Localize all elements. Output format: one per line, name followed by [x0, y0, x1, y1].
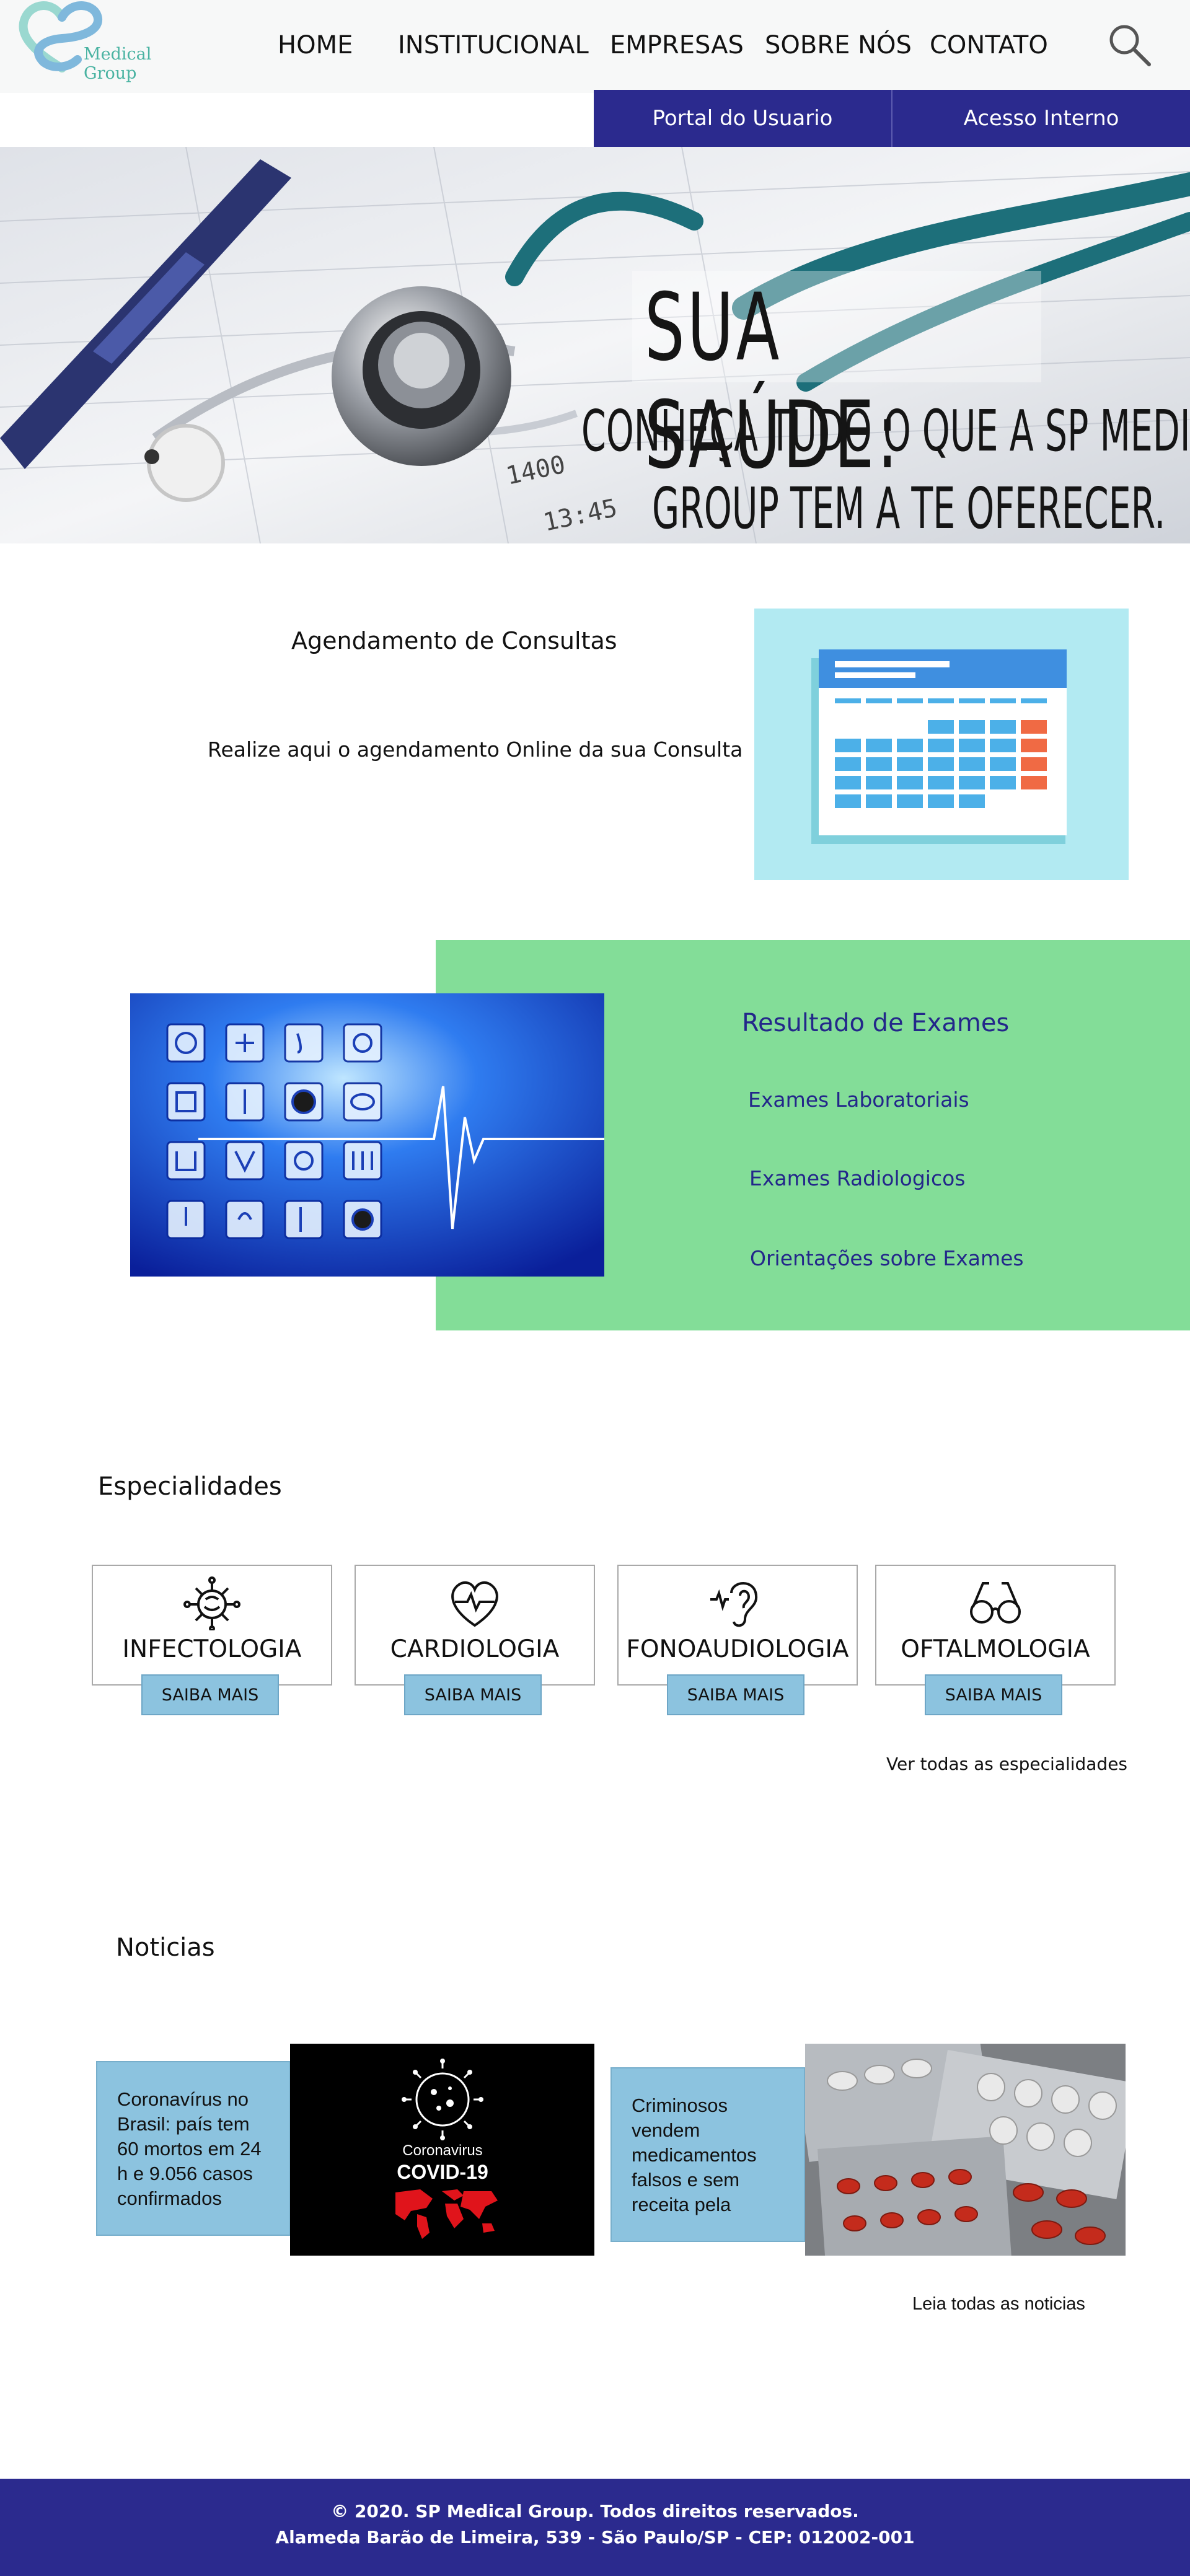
saiba-mais-button[interactable]: SAIBA MAIS — [141, 1674, 279, 1715]
news-card-text[interactable]: Criminosos vendem medicamentos falsos e … — [610, 2067, 805, 2242]
medicines-news-image[interactable] — [805, 2044, 1126, 2256]
noticias-title: Noticias — [116, 1933, 215, 1962]
saiba-mais-button[interactable]: SAIBA MAIS — [667, 1674, 804, 1715]
saiba-mais-button[interactable]: SAIBA MAIS — [404, 1674, 542, 1715]
agendamento-title: Agendamento de Consultas — [291, 627, 617, 654]
exames-radiologicos-link[interactable]: Exames Radiologicos — [749, 1166, 965, 1190]
specialty-name: INFECTOLOGIA — [122, 1635, 302, 1663]
footer-address: Alameda Barão de Limeira, 539 - São Paul… — [275, 2527, 915, 2547]
orientacoes-exames-link[interactable]: Orientações sobre Exames — [750, 1246, 1024, 1270]
saiba-mais-button[interactable]: SAIBA MAIS — [925, 1674, 1062, 1715]
nav-home[interactable]: HOME — [278, 31, 353, 59]
specialty-card[interactable]: INFECTOLOGIA — [92, 1565, 332, 1686]
news-card-text[interactable]: Coronavírus no Brasil: país tem 60 morto… — [96, 2061, 291, 2236]
calendar-card[interactable] — [754, 609, 1129, 880]
footer-copyright: © 2020. SP Medical Group. Todos direitos… — [331, 2501, 859, 2521]
coronavirus-icon: Coronavirus COVID-19 — [395, 2059, 498, 2239]
covid-news-image[interactable]: Coronavirus COVID-19 — [290, 2044, 594, 2256]
specialty-card[interactable]: OFTALMOLOGIA — [875, 1565, 1116, 1686]
glasses-icon — [970, 1582, 1021, 1624]
site-footer: © 2020. SP Medical Group. Todos direitos… — [0, 2479, 1190, 2576]
portal-bar: Portal do Usuario Acesso Interno — [594, 90, 1190, 147]
specialty-name: OFTALMOLOGIA — [901, 1635, 1090, 1663]
pills-image — [805, 2044, 1126, 2256]
logo[interactable]: Medical Group — [19, 0, 198, 83]
covid-image-caption: Coronavirus — [402, 2142, 482, 2159]
hero-subtitle-line1: CONHEÇA TUDO O QUE A SP MEDICAL — [581, 398, 1190, 464]
heart-pulse-icon — [451, 1581, 498, 1627]
calendar-icon — [811, 649, 1067, 844]
portal-usuario-button[interactable]: Portal do Usuario — [594, 90, 891, 147]
hero-banner: 13:45 1400 SUA SAÚDE: CONHEÇA TUDO O QUE… — [0, 147, 1190, 543]
specialty-name: CARDIOLOGIA — [390, 1635, 560, 1663]
especialidades-title: Especialidades — [98, 1472, 282, 1501]
logo-text: Medical Group — [84, 45, 152, 83]
leia-todas-noticias-link[interactable]: Leia todas as noticias — [912, 2294, 1085, 2314]
search-icon[interactable] — [1106, 21, 1153, 68]
specialty-card[interactable]: CARDIOLOGIA — [355, 1565, 595, 1686]
specialty-card[interactable]: FONOAUDIOLOGIA — [617, 1565, 858, 1686]
specialty-name: FONOAUDIOLOGIA — [626, 1635, 849, 1663]
nav-empresas[interactable]: EMPRESAS — [610, 31, 744, 59]
nav-sobre-nos[interactable]: SOBRE NÓS — [765, 31, 912, 59]
exames-title: Resultado de Exames — [742, 1009, 1010, 1037]
nav-institucional[interactable]: INSTITUCIONAL — [398, 31, 589, 59]
agendamento-link[interactable]: Realize aqui o agendamento Online da sua… — [208, 737, 743, 762]
ver-todas-especialidades-link[interactable]: Ver todas as especialidades — [886, 1754, 1127, 1774]
medical-icons-image — [130, 993, 604, 1277]
ear-icon — [710, 1582, 758, 1627]
site-header: Medical Group HOME INSTITUCIONAL EMPRESA… — [0, 0, 1190, 93]
covid-image-title: COVID-19 — [397, 2161, 488, 2183]
exames-laboratoriais-link[interactable]: Exames Laboratoriais — [748, 1088, 969, 1112]
nav-contato[interactable]: CONTATO — [930, 31, 1048, 59]
acesso-interno-button[interactable]: Acesso Interno — [891, 90, 1190, 147]
hero-subtitle-line2: GROUP TEM A TE OFERECER. — [652, 475, 1166, 542]
virus-icon — [183, 1576, 240, 1630]
